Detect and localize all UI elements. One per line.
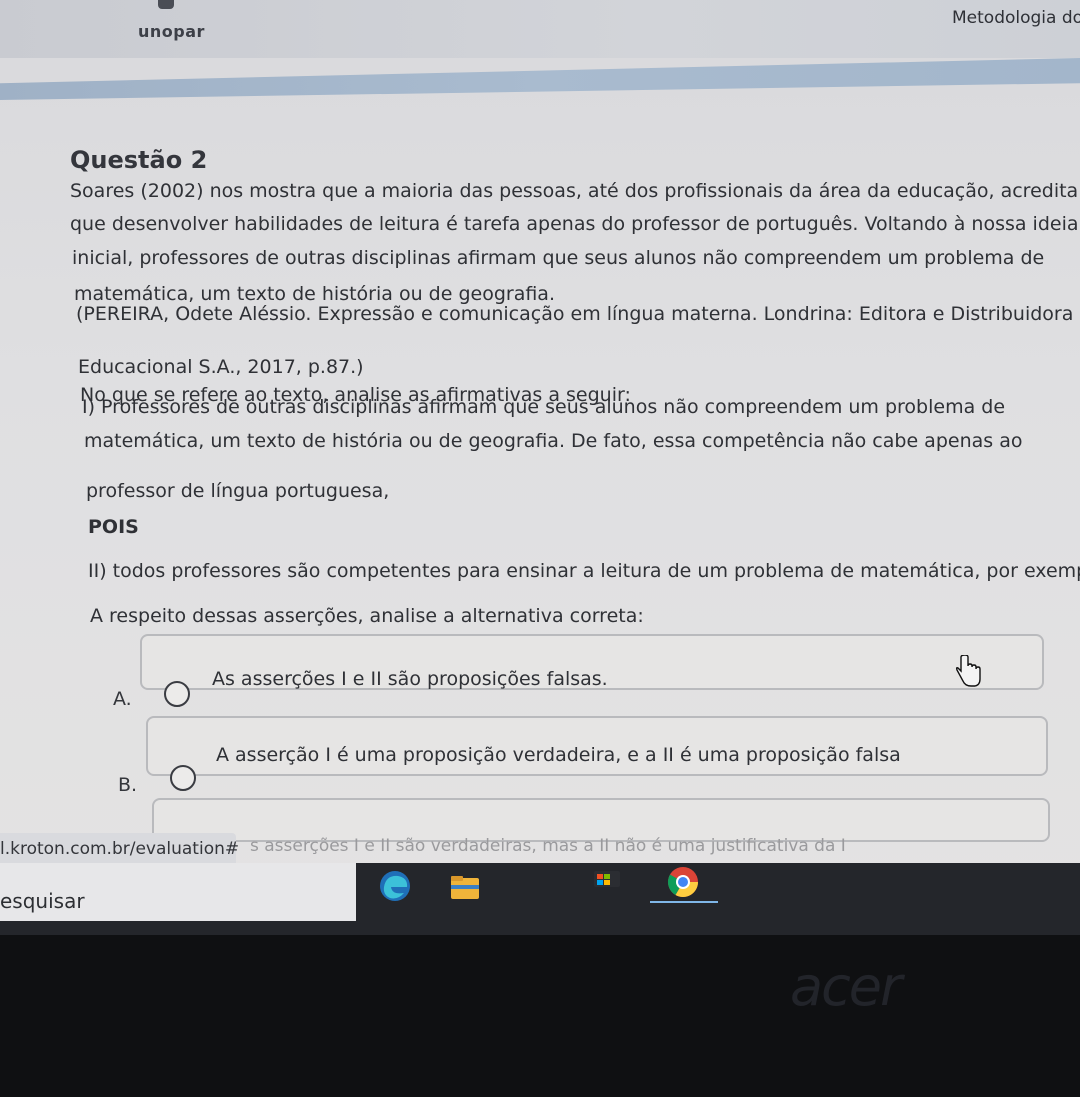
top-bar: unopar Metodologia do xyxy=(0,0,1080,58)
option-b-text[interactable]: A asserção I é uma proposição verdadeira… xyxy=(216,744,901,766)
assertion-line: professor de língua portuguesa, xyxy=(86,480,390,502)
taskbar-search-box[interactable]: esquisar xyxy=(0,863,356,921)
unopar-logo[interactable]: unopar xyxy=(138,22,205,41)
question-title: Questão 2 xyxy=(70,146,208,174)
hand-cursor-icon xyxy=(955,655,981,687)
option-b-radio[interactable] xyxy=(170,765,196,791)
decorative-band xyxy=(0,58,1080,100)
option-a-text[interactable]: As asserções I e II são proposições fals… xyxy=(212,668,608,690)
option-b-letter: B. xyxy=(118,774,138,796)
assertion-line: I) Professores de outras disciplinas afi… xyxy=(82,396,1006,418)
acer-logo: acer xyxy=(790,955,902,1018)
citation-line: Educacional S.A., 2017, p.87.) xyxy=(78,356,364,378)
windows-taskbar: esquisar xyxy=(0,863,1080,935)
laptop-bezel: acer xyxy=(0,935,1080,1097)
question-text-line: inicial, professores de outras disciplin… xyxy=(72,247,1045,269)
option-a-letter: A. xyxy=(113,688,132,710)
edge-icon[interactable] xyxy=(378,869,412,903)
active-app-indicator xyxy=(650,901,718,903)
store-icon[interactable] xyxy=(590,867,624,901)
question-text-line: matemática, um texto de história ou de g… xyxy=(74,283,555,305)
file-explorer-icon[interactable] xyxy=(448,871,482,905)
course-title: Metodologia do xyxy=(952,8,1080,28)
taskbar-search-text: esquisar xyxy=(0,889,85,913)
pois-label: POIS xyxy=(88,516,139,538)
assertion-line: II) todos professores são competentes pa… xyxy=(88,560,1080,582)
status-url-bar: l.kroton.com.br/evaluation# xyxy=(0,833,240,865)
browser-screen: unopar Metodologia do Questão 2 Soares (… xyxy=(0,0,1080,935)
option-a-radio[interactable] xyxy=(164,681,190,707)
status-url: l.kroton.com.br/evaluation# xyxy=(0,839,240,859)
chrome-icon[interactable] xyxy=(666,865,700,899)
prompt-line: A respeito dessas asserções, analise a a… xyxy=(90,605,644,627)
question-text-line: que desenvolver habilidades de leitura é… xyxy=(70,213,1079,235)
logo-mark-icon xyxy=(158,0,174,9)
assertion-line: matemática, um texto de história ou de g… xyxy=(84,430,1023,452)
question-text-line: Soares (2002) nos mostra que a maioria d… xyxy=(70,180,1079,202)
option-c-text: s asserções I e II são verdadeiras, mas … xyxy=(250,836,846,856)
citation-line: (PEREIRA, Odete Aléssio. Expressão e com… xyxy=(76,303,1074,325)
